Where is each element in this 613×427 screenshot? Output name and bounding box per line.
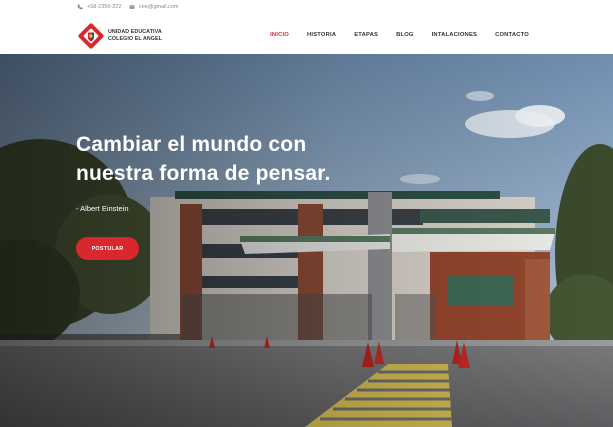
email-contact[interactable]: cee@gmail.com: [129, 4, 179, 10]
nav-item-etapas[interactable]: ETAPAS: [354, 32, 378, 38]
hero-quote-author: - Albert Einstein: [76, 204, 129, 213]
brand-logo[interactable]: UNIDAD EDUCATIVA COLEGIO EL ANGEL: [77, 22, 162, 50]
hero-banner: Cambiar el mundo con nuestra forma de pe…: [0, 54, 613, 427]
hero-headline-line-2: nuestra forma de pensar.: [76, 162, 331, 185]
phone-contact[interactable]: +58-2356-222: [77, 4, 121, 10]
brand-line-2: COLEGIO EL ANGEL: [108, 36, 162, 42]
nav-item-blog[interactable]: BLOG: [396, 32, 414, 38]
nav-item-contacto[interactable]: CONTACTO: [495, 32, 529, 38]
nav-item-historia[interactable]: HISTORIA: [307, 32, 336, 38]
school-crest-icon: [77, 22, 105, 50]
hero-headline: Cambiar el mundo con nuestra forma de pe…: [76, 130, 396, 188]
brand-name: UNIDAD EDUCATIVA COLEGIO EL ANGEL: [108, 29, 162, 43]
top-contact-bar: +58-2356-222 cee@gmail.com: [0, 0, 613, 18]
nav-item-inicio[interactable]: INICIO: [270, 32, 289, 38]
envelope-icon: [129, 5, 135, 9]
postular-button[interactable]: POSTULAR: [76, 237, 139, 260]
main-navbar: UNIDAD EDUCATIVA COLEGIO EL ANGEL INICIO…: [0, 17, 613, 54]
email-text: cee@gmail.com: [139, 4, 179, 10]
nav-item-instalaciones[interactable]: INTALACIONES: [432, 32, 477, 38]
brand-line-1: UNIDAD EDUCATIVA: [108, 29, 162, 35]
phone-text: +58-2356-222: [87, 4, 122, 10]
phone-icon: [77, 4, 83, 10]
main-menu: INICIO HISTORIA ETAPAS BLOG INTALACIONES…: [252, 32, 529, 38]
hero-headline-line-1: Cambiar el mundo con: [76, 133, 307, 156]
